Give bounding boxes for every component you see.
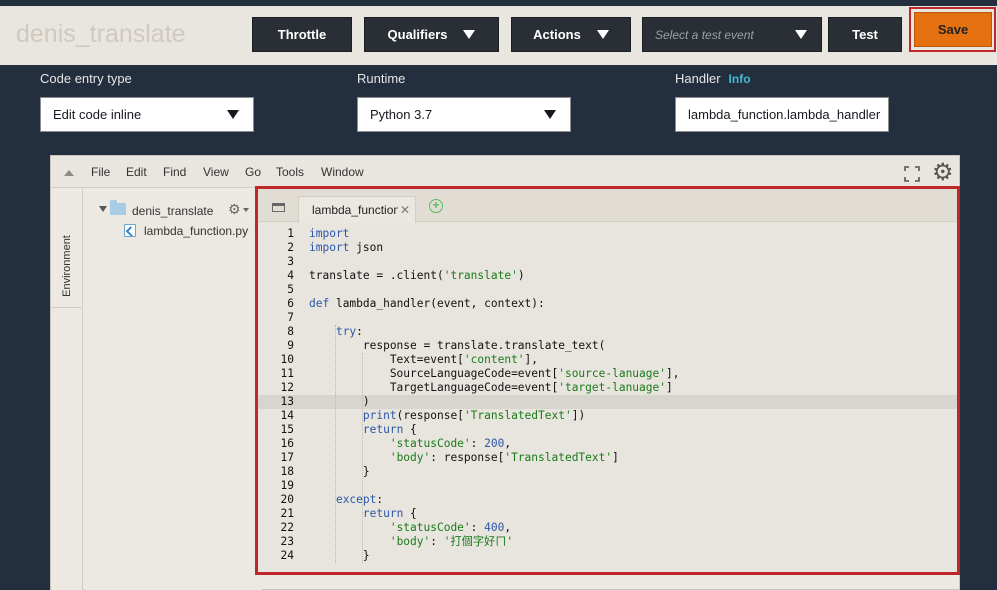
tree-gear-icon[interactable]: ⚙ [228,201,241,218]
caret-down-icon [463,30,476,39]
actions-button-label: Actions [533,27,581,42]
ide-menu-bar: File Edit Find View Go Tools Window ⚙ [51,156,959,188]
test-event-placeholder: Select a test event [655,27,754,42]
tree-folder-name[interactable]: denis_translate [132,204,213,218]
test-button-label: Test [852,27,878,42]
editor-highlight-box [255,186,960,575]
runtime-select[interactable]: Python 3.7 [357,97,571,132]
lambda-console-page: denis_translate Throttle Qualifiers Acti… [0,0,997,590]
code-entry-type-label: Code entry type [40,71,132,86]
menu-edit[interactable]: Edit [126,165,147,179]
menu-tools[interactable]: Tools [276,165,304,179]
function-header: denis_translate Throttle Qualifiers Acti… [0,0,997,65]
save-button-label: Save [937,22,969,37]
caret-down-icon [544,110,556,119]
menu-view[interactable]: View [203,165,229,179]
menu-window[interactable]: Window [321,165,364,179]
settings-gear-icon[interactable]: ⚙ [932,161,954,185]
caret-down-icon [596,30,609,39]
collapse-menu-icon[interactable] [64,170,74,176]
caret-down-icon [227,110,239,119]
test-event-select[interactable]: Select a test event [642,17,822,52]
code-entry-type-select[interactable]: Edit code inline [40,97,254,132]
throttle-button-label: Throttle [277,27,327,42]
runtime-label: Runtime [357,71,406,86]
menu-file[interactable]: File [91,165,110,179]
tree-file-name[interactable]: lambda_function.py [144,224,248,238]
save-button[interactable]: Save [914,12,992,47]
folder-icon [110,200,126,215]
code-entry-type-value: Edit code inline [53,107,142,122]
qualifiers-button-label: Qualifiers [387,27,448,42]
fullscreen-icon[interactable] [904,166,920,182]
runtime-value: Python 3.7 [370,107,433,122]
handler-label: Handler [675,71,721,86]
actions-button[interactable]: Actions [511,17,631,52]
tree-gear-caret-icon [243,208,249,212]
menu-go[interactable]: Go [245,165,261,179]
environment-side-tab[interactable]: Environment [51,188,83,590]
environment-tab-label: Environment [61,235,73,297]
python-file-icon [124,224,136,237]
expand-arrow-icon[interactable] [99,206,107,212]
handler-input[interactable]: lambda_function.lambda_handler [675,97,889,132]
handler-info-link[interactable]: Info [729,72,751,86]
menu-find[interactable]: Find [163,165,186,179]
file-tree: denis_translate ⚙ lambda_function.py [84,188,262,590]
function-name-title: denis_translate [16,20,186,48]
qualifiers-button[interactable]: Qualifiers [364,17,499,52]
caret-down-icon [795,30,807,39]
throttle-button[interactable]: Throttle [252,17,352,52]
handler-label-row: Handler Info [675,71,751,86]
test-button[interactable]: Test [828,17,902,52]
